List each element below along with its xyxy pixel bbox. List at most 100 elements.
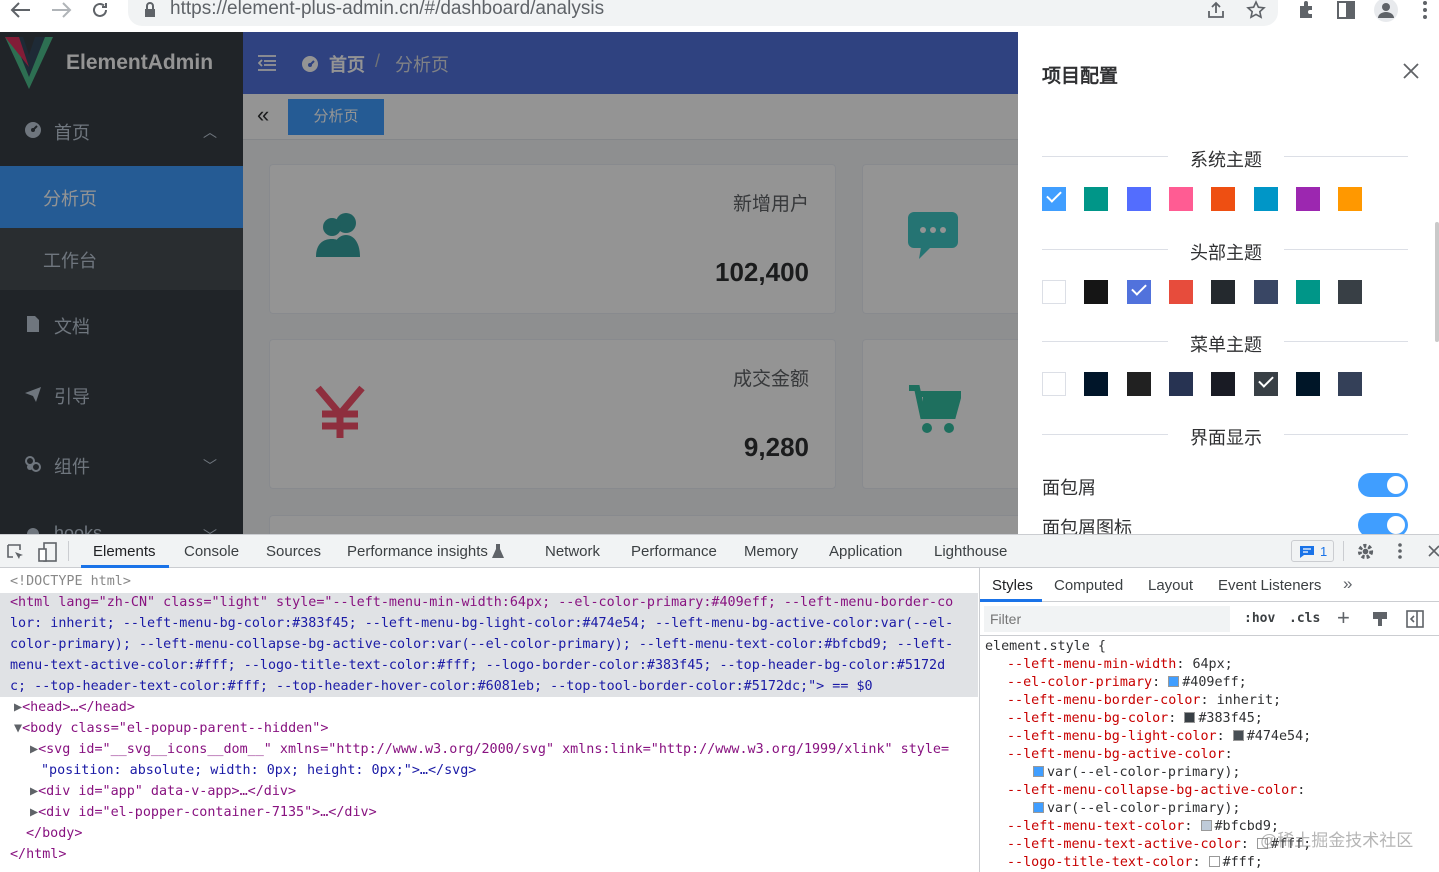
tab-layout[interactable]: Layout: [1148, 577, 1193, 594]
color-swatch[interactable]: [1168, 187, 1193, 211]
color-swatch[interactable]: [1338, 372, 1363, 396]
style-property[interactable]: --logo-title-text-color: #fff;: [1007, 854, 1263, 872]
dom-popper-div[interactable]: ▶<div id="el-popper-container-7135">…</d…: [30, 803, 377, 824]
color-swatch[interactable]: [1184, 712, 1196, 723]
tab-performance-insights[interactable]: Performance insights: [347, 543, 488, 560]
dom-body-close[interactable]: </body>: [26, 824, 82, 845]
issues-badge[interactable]: 1: [1291, 540, 1334, 562]
color-swatch[interactable]: [1042, 372, 1066, 396]
tab-event-listeners[interactable]: Event Listeners: [1218, 577, 1321, 594]
hov-button[interactable]: :hov: [1244, 611, 1275, 626]
color-swatch[interactable]: [1211, 187, 1236, 211]
lock-icon[interactable]: [144, 2, 156, 18]
drawer-overlay[interactable]: [0, 32, 1018, 534]
dom-svg[interactable]: ▶<svg id="__svg__icons__dom__" xmlns="ht…: [30, 740, 949, 761]
more-vert-icon[interactable]: [1420, 0, 1430, 20]
rule-selector[interactable]: element.style {: [985, 638, 1106, 656]
more-vert-icon[interactable]: [1396, 542, 1404, 560]
style-property[interactable]: --left-menu-border-color: inherit;: [1007, 692, 1281, 710]
style-property[interactable]: --left-menu-min-width: 64px;: [1007, 656, 1233, 674]
close-icon[interactable]: [1402, 62, 1420, 80]
profile-icon[interactable]: [1374, 0, 1398, 22]
dom-head[interactable]: ▶<head>…</head>: [14, 698, 135, 719]
close-icon[interactable]: [1428, 545, 1439, 557]
color-swatch[interactable]: [1338, 280, 1363, 304]
arrow-right-icon[interactable]: [50, 1, 72, 19]
property-name: --left-menu-border-color: [1007, 693, 1201, 708]
color-swatch[interactable]: [1084, 372, 1109, 396]
color-swatch[interactable]: [1295, 280, 1320, 304]
dom-app-div[interactable]: ▶<div id="app" data-v-app>…</div>: [30, 782, 296, 803]
breadcrumb-icon-switch[interactable]: [1358, 513, 1408, 534]
star-icon[interactable]: [1246, 0, 1266, 20]
section-label: 头部主题: [1168, 243, 1284, 263]
color-swatch[interactable]: [1168, 372, 1193, 396]
tab-computed[interactable]: Computed: [1054, 577, 1123, 594]
tab-application[interactable]: Application: [829, 543, 902, 560]
color-swatch[interactable]: [1033, 802, 1044, 813]
tab-performance[interactable]: Performance: [631, 543, 717, 560]
cls-button[interactable]: .cls: [1289, 611, 1320, 626]
breadcrumb-switch[interactable]: [1358, 473, 1408, 497]
sidebar-toggle-icon[interactable]: [1406, 610, 1424, 628]
property-colon: :: [1240, 837, 1257, 852]
tab-sources[interactable]: Sources: [266, 543, 321, 560]
color-swatch[interactable]: [1295, 372, 1320, 396]
color-swatch[interactable]: [1126, 372, 1151, 396]
color-swatch[interactable]: [1126, 280, 1151, 304]
check-icon: [1257, 372, 1274, 388]
color-swatch[interactable]: [1168, 280, 1193, 304]
reload-icon[interactable]: [90, 0, 110, 20]
style-property[interactable]: var(--el-color-primary);: [1033, 800, 1240, 818]
color-swatch[interactable]: [1084, 187, 1109, 211]
color-swatch[interactable]: [1253, 372, 1278, 396]
color-swatch[interactable]: [1168, 676, 1180, 687]
style-property[interactable]: --left-menu-bg-active-color:: [1007, 746, 1241, 764]
color-swatch[interactable]: [1200, 820, 1212, 831]
color-swatch[interactable]: [1042, 187, 1066, 211]
color-swatch[interactable]: [1253, 187, 1278, 211]
color-swatch[interactable]: [1208, 856, 1220, 867]
device-toolbar-icon[interactable]: [38, 542, 58, 562]
tab-elements[interactable]: Elements: [93, 543, 156, 560]
inspect-icon[interactable]: [7, 544, 25, 562]
color-swatch[interactable]: [1211, 372, 1236, 396]
color-swatch[interactable]: [1295, 187, 1320, 211]
style-property[interactable]: --el-color-primary: #409eff;: [1007, 674, 1247, 692]
extensions-icon[interactable]: [1296, 0, 1316, 20]
plus-icon[interactable]: +: [1337, 605, 1350, 631]
dom-svg-text: <svg id="__svg__icons__dom__" xmlns="htt…: [38, 742, 950, 757]
dom-body[interactable]: ▼<body class="el-popup-parent--hidden">: [14, 719, 328, 740]
style-property[interactable]: var(--el-color-primary);: [1033, 764, 1240, 782]
gear-icon[interactable]: [1356, 542, 1375, 561]
tab-network[interactable]: Network: [545, 543, 600, 560]
filter-input[interactable]: [984, 606, 1230, 632]
style-property[interactable]: --left-menu-text-color: #bfcbd9;: [1007, 818, 1279, 836]
side-panel-icon[interactable]: [1336, 0, 1356, 20]
color-swatch[interactable]: [1338, 187, 1363, 211]
color-swatch[interactable]: [1042, 280, 1066, 304]
dom-doctype[interactable]: <!DOCTYPE html>: [10, 572, 131, 593]
style-property[interactable]: --left-menu-bg-light-color: #474e54;: [1007, 728, 1311, 746]
color-swatch[interactable]: [1211, 280, 1236, 304]
style-property[interactable]: --left-menu-bg-color: #383f45;: [1007, 710, 1263, 728]
url-bar[interactable]: https://element-plus-admin.cn/#/dashboar…: [128, 0, 1278, 26]
tab-lighthouse[interactable]: Lighthouse: [934, 543, 1007, 560]
tab-styles[interactable]: Styles: [992, 577, 1033, 594]
paint-icon[interactable]: [1372, 611, 1388, 627]
dom-html-open[interactable]: <html lang="zh-CN" class="light" style="…: [10, 593, 953, 614]
chevron-right-icon[interactable]: »: [1343, 574, 1352, 594]
tab-memory[interactable]: Memory: [744, 543, 798, 560]
flask-icon: [492, 544, 504, 558]
style-property[interactable]: --left-menu-collapse-bg-active-color:: [1007, 782, 1313, 800]
dom-html-close[interactable]: </html>: [10, 845, 66, 866]
color-swatch[interactable]: [1253, 280, 1278, 304]
color-swatch[interactable]: [1126, 187, 1151, 211]
share-icon[interactable]: [1206, 1, 1226, 19]
color-swatch[interactable]: [1033, 766, 1044, 777]
arrow-left-icon[interactable]: [10, 1, 32, 19]
color-swatch[interactable]: [1084, 280, 1109, 304]
color-swatch[interactable]: [1232, 730, 1244, 741]
tab-console[interactable]: Console: [184, 543, 239, 560]
scrollbar[interactable]: [1435, 222, 1439, 342]
